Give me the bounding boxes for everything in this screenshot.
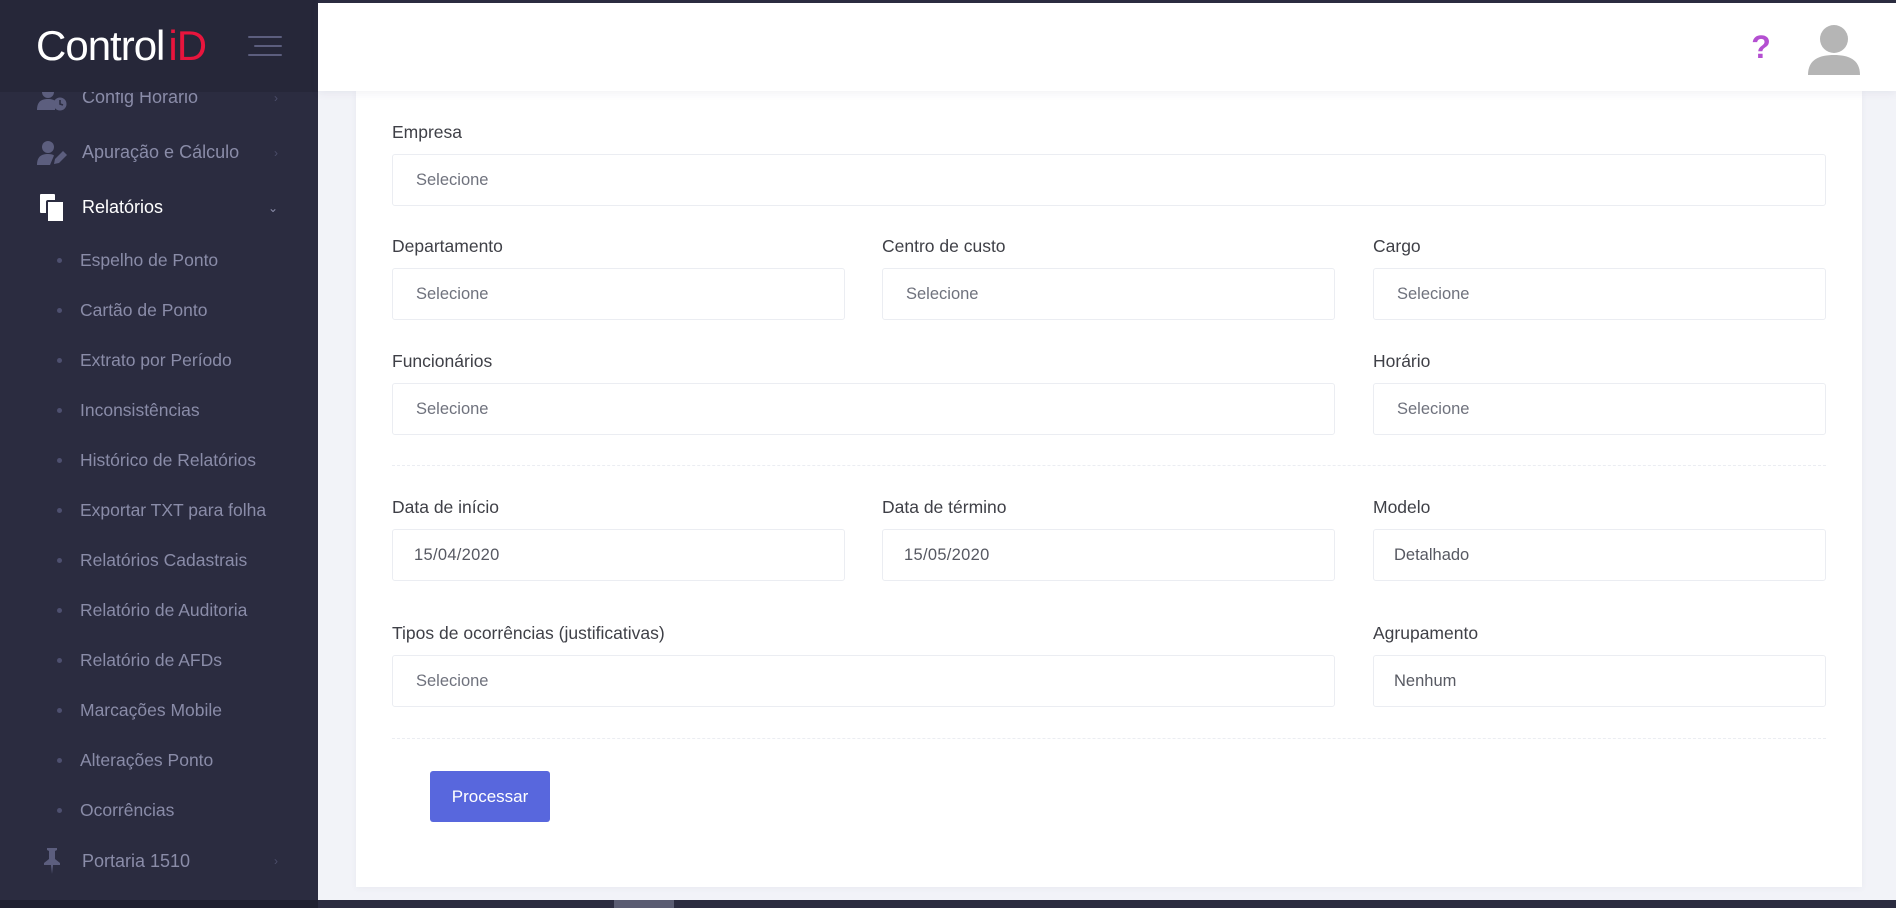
data-inicio-input[interactable]: 15/04/2020 <box>392 529 845 581</box>
sidebar: ControliD Config Horário › Apuração e Cá… <box>0 0 318 908</box>
submenu-item[interactable]: Exportar TXT para folha <box>0 485 318 535</box>
chevron-right-icon: › <box>274 90 278 105</box>
horario-field: Horário Selecione <box>1373 351 1826 435</box>
sidebar-scrollbar[interactable] <box>0 900 318 908</box>
centro-custo-field: Centro de custo Selecione <box>882 236 1335 320</box>
cargo-label: Cargo <box>1373 236 1421 256</box>
submenu-item[interactable]: Marcações Mobile <box>0 685 318 735</box>
data-termino-input[interactable]: 15/05/2020 <box>882 529 1335 581</box>
agrupamento-select[interactable]: Nenhum <box>1373 655 1826 707</box>
funcionarios-field: Funcionários Selecione <box>392 351 1335 435</box>
data-termino-field: Data de término 15/05/2020 <box>882 497 1335 581</box>
process-button[interactable]: Processar <box>430 771 550 822</box>
pin-icon <box>36 847 68 875</box>
brand-logo[interactable]: ControliD <box>36 22 207 70</box>
horario-select[interactable]: Selecione <box>1373 383 1826 435</box>
chevron-down-icon: ⌄ <box>267 200 278 215</box>
data-inicio-field: Data de início 15/04/2020 <box>392 497 845 581</box>
submenu-item[interactable]: Alterações Ponto <box>0 735 318 785</box>
submenu-item[interactable]: Ocorrências <box>0 785 318 835</box>
sidebar-item-apuracao[interactable]: Apuração e Cálculo › <box>0 125 318 180</box>
submenu-item[interactable]: Relatórios Cadastrais <box>0 535 318 585</box>
sidebar-item-label: Portaria 1510 <box>82 850 191 871</box>
submenu-item[interactable]: Extrato por Período <box>0 335 318 385</box>
submenu-item[interactable]: Relatório de AFDs <box>0 635 318 685</box>
empresa-label: Empresa <box>392 122 463 142</box>
modelo-label: Modelo <box>1373 497 1431 517</box>
funcionarios-select[interactable]: Selecione <box>392 383 1335 435</box>
help-icon[interactable]: ? <box>1746 29 1776 65</box>
report-form-card: Empresa Selecione Departamento Selecione… <box>356 91 1862 887</box>
submenu-item[interactable]: Cartão de Ponto <box>0 285 318 335</box>
cargo-field: Cargo Selecione <box>1373 236 1826 320</box>
centro-custo-select[interactable]: Selecione <box>882 268 1335 320</box>
departamento-select[interactable]: Selecione <box>392 268 845 320</box>
tipos-ocorrencias-label: Tipos de ocorrências (justificativas) <box>392 623 665 643</box>
modelo-select[interactable]: Detalhado <box>1373 529 1826 581</box>
sidebar-item-relatorios[interactable]: Relatórios ⌄ <box>0 180 318 235</box>
user-avatar-icon[interactable] <box>1806 21 1862 77</box>
departamento-label: Departamento <box>392 236 503 256</box>
sidebar-item-label: Relatórios <box>82 197 164 217</box>
agrupamento-field: Agrupamento Nenhum <box>1373 623 1826 707</box>
sidebar-menu: Config Horário › Apuração e Cálculo › Re… <box>0 70 318 887</box>
submenu-item[interactable]: Histórico de Relatórios <box>0 435 318 485</box>
submenu-item[interactable]: Relatório de Auditoria <box>0 585 318 635</box>
data-inicio-label: Data de início <box>392 497 500 517</box>
tipos-ocorrencias-field: Tipos de ocorrências (justificativas) Se… <box>392 623 1335 707</box>
copy-documents-icon <box>36 193 68 222</box>
departamento-field: Departamento Selecione <box>392 236 845 320</box>
funcionarios-label: Funcionários <box>392 351 493 371</box>
submenu-item[interactable]: Espelho de Ponto <box>0 235 318 285</box>
horario-label: Horário <box>1373 351 1431 371</box>
user-edit-icon <box>36 139 68 167</box>
brand-header: ControliD <box>0 0 318 92</box>
empresa-select[interactable]: Selecione <box>392 154 1826 206</box>
data-termino-label: Data de término <box>882 497 1007 517</box>
section-divider <box>392 465 1826 466</box>
chevron-right-icon: › <box>274 854 278 868</box>
reports-submenu: Espelho de Ponto Cartão de Ponto Extrato… <box>0 235 318 835</box>
empresa-field: Empresa Selecione <box>392 122 1826 206</box>
chevron-right-icon: › <box>274 145 278 160</box>
sidebar-item-portaria[interactable]: Portaria 1510 › <box>0 835 318 887</box>
tipos-ocorrencias-select[interactable]: Selecione <box>392 655 1335 707</box>
menu-toggle-icon[interactable] <box>248 36 282 58</box>
submenu-item[interactable]: Inconsistências <box>0 385 318 435</box>
modelo-field: Modelo Detalhado <box>1373 497 1826 581</box>
section-divider <box>392 738 1826 739</box>
horizontal-scrollbar[interactable] <box>318 900 1896 908</box>
cargo-select[interactable]: Selecione <box>1373 268 1826 320</box>
top-header: ? <box>318 0 1896 91</box>
agrupamento-label: Agrupamento <box>1373 623 1479 643</box>
centro-custo-label: Centro de custo <box>882 236 1006 256</box>
scrollbar-thumb[interactable] <box>614 900 674 908</box>
sidebar-item-label: Apuração e Cálculo <box>82 142 240 162</box>
